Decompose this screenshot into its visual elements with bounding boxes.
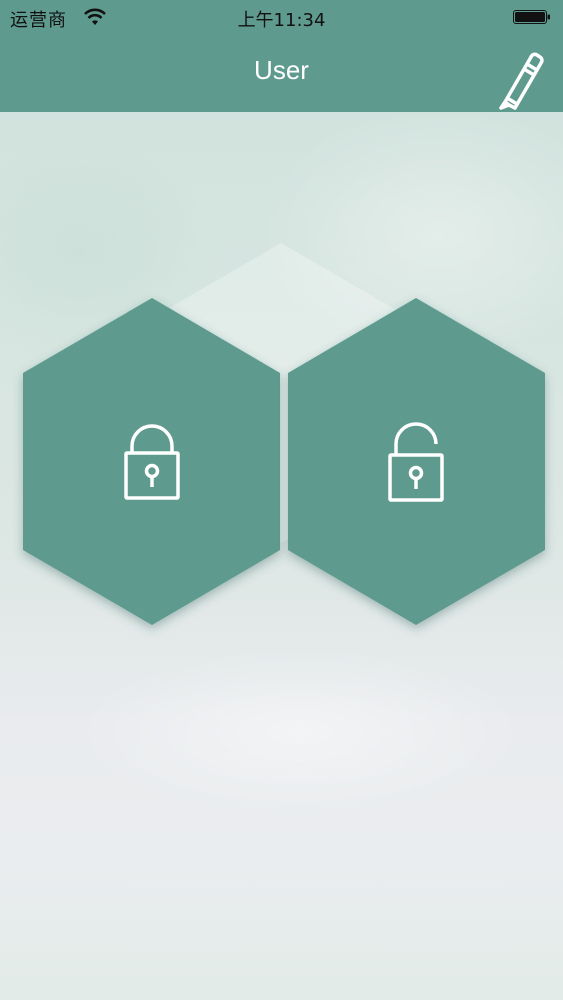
pencil-icon [499, 52, 544, 110]
page-title: User [254, 55, 309, 85]
battery-icon [513, 10, 550, 24]
edit-button[interactable] [493, 50, 545, 112]
status-bar: 运营商 上午11:34 [0, 0, 563, 36]
hex-grid [23, 243, 545, 625]
navigation-bar: 运营商 上午11:34 User [0, 0, 563, 112]
status-time: 上午11:34 [237, 10, 326, 31]
